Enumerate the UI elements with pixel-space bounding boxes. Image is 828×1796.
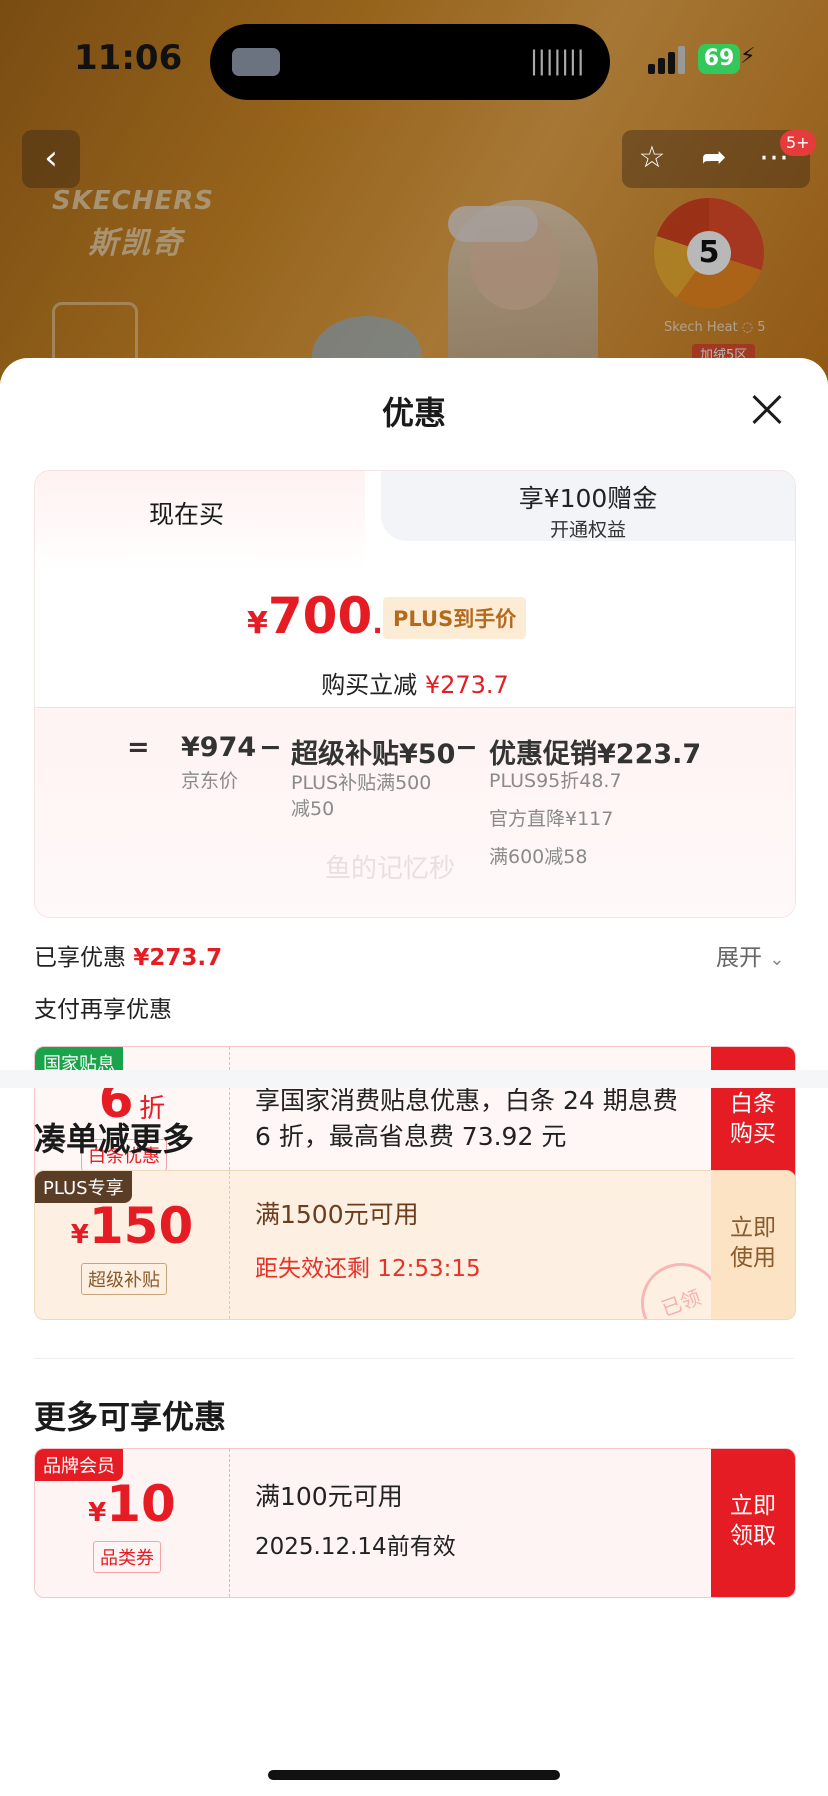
super-subsidy: 超级补贴¥50 <box>291 739 456 770</box>
coupon-sub: 超级补贴 <box>81 1263 167 1295</box>
warmth-dial-icon <box>654 198 764 308</box>
tab-buy-now-label: 现在买 <box>149 500 225 529</box>
coupon-amount-value: 150 <box>88 1197 194 1255</box>
coupon-sub: 品类券 <box>93 1541 161 1573</box>
coupon-countdown: 距失效还剩 12:53:15 <box>255 1256 481 1282</box>
coupon-amount-symbol: ¥ <box>88 1498 107 1528</box>
price-card: 现在买 享¥100赠金 开通权益 ¥700.3 PLUS到手价 购买立减 ¥27… <box>34 470 796 918</box>
coupon-amount: ¥10 <box>35 1475 229 1533</box>
brand-coupon: 品牌会员 ¥10 品类券 满100元可用 2025.12.14前有效 立即领取 <box>34 1448 796 1598</box>
plus-coupon: PLUS专享 ¥150 超级补贴 满1500元可用 距失效还剩 12:53:15… <box>34 1170 796 1320</box>
brand-logo-en: SKECHERS <box>52 186 214 216</box>
subsidy-detail: PLUS补贴满500 减50 <box>291 772 432 820</box>
final-price: ¥700.3 <box>247 587 402 645</box>
promo-detail-direct: 官方直降¥117 <box>489 808 614 830</box>
coupon-amount-symbol: ¥ <box>70 1220 89 1250</box>
audio-wave-icon: ||||||| <box>529 46 585 76</box>
coupon-amount-value: 10 <box>106 1475 176 1533</box>
section-gap <box>0 1070 828 1088</box>
warmth-dial-number: 5 <box>687 231 731 275</box>
goggle-image <box>448 206 538 242</box>
coupon-left: 品牌会员 ¥10 品类券 <box>35 1449 230 1597</box>
expand-button[interactable]: 展开 ⌄ <box>716 938 784 972</box>
price-breakdown: = ¥974 − 超级补贴¥50 − 优惠促销¥223.7 京东价 PLUS补贴… <box>35 707 795 917</box>
enjoyed-label: 已享优惠 <box>34 945 126 971</box>
enjoyed-amount: ¥273.7 <box>133 945 223 971</box>
jd-price-label: 京东价 <box>181 770 239 792</box>
model-image <box>448 200 598 380</box>
promo-detail-full: 满600减58 <box>489 846 588 868</box>
status-bar: 11:06 ||||||| 69 ⚡ <box>0 0 828 120</box>
price-integer: 700 <box>267 587 373 645</box>
watermark: 鱼的记忆秒 <box>325 854 456 884</box>
tab-buy-now[interactable]: 现在买 <box>35 471 365 571</box>
message-badge: 5+ <box>780 130 816 156</box>
favorite-star-icon[interactable]: ☆ <box>632 138 672 178</box>
tab-plus-bonus-sub: 开通权益 <box>549 519 626 541</box>
charging-icon: ⚡ <box>740 44 756 69</box>
promo-detail-plus: PLUS95折48.7 <box>489 770 622 792</box>
battery-icon: 69 <box>698 44 740 74</box>
baitiao-buy-label: 白条购买 <box>730 1091 776 1147</box>
tab-plus-bonus-title: 享¥100赠金 <box>518 484 658 513</box>
reduce-label: 购买立减 <box>321 671 418 699</box>
home-indicator[interactable] <box>268 1770 560 1780</box>
close-icon[interactable] <box>752 394 782 424</box>
jd-price: ¥974 <box>181 732 257 763</box>
expand-label: 展开 <box>716 945 762 971</box>
equals-sign: = <box>127 732 150 763</box>
share-icon[interactable]: ➦ <box>694 138 734 178</box>
use-now-label: 立即使用 <box>730 1215 776 1271</box>
now-playing-icon <box>232 48 280 76</box>
coupon-expiry: 2025.12.14前有效 <box>255 1534 456 1560</box>
heat-label: Skech Heat ◌ 5 <box>664 320 766 335</box>
discount-sheet: 优惠 现在买 享¥100赠金 开通权益 ¥700.3 PLUS到手价 购买立减 … <box>0 358 828 1796</box>
coupon-left: PLUS专享 ¥150 超级补贴 <box>35 1171 230 1319</box>
brand-logo-cn: 斯凯奇 <box>88 226 184 261</box>
coupon-condition: 满100元可用 <box>255 1482 403 1511</box>
minus-sign: − <box>455 732 478 763</box>
minus-sign: − <box>259 732 282 763</box>
section-title-extra: 更多可享优惠 <box>34 1398 227 1436</box>
claim-now-label: 立即领取 <box>730 1493 776 1549</box>
price-symbol: ¥ <box>247 606 268 641</box>
tab-plus-bonus[interactable]: 享¥100赠金 开通权益 <box>381 471 795 541</box>
sheet-title: 优惠 <box>381 394 446 432</box>
back-button[interactable]: ‹ <box>22 130 80 188</box>
pay-more-title: 支付再享优惠 <box>34 997 172 1023</box>
plus-price-tag: PLUS到手价 <box>383 597 527 639</box>
claim-now-button[interactable]: 立即领取 <box>711 1449 795 1597</box>
coupon-desc: 享国家消费贴息优惠，白条 24 期息费 6 折，最高省息费 73.92 元 <box>255 1086 678 1151</box>
enjoyed-discount: 已享优惠 ¥273.7 <box>34 938 222 972</box>
reduce-line: 购买立减 ¥273.7 <box>35 665 795 700</box>
use-now-button[interactable]: 立即使用 <box>711 1171 795 1319</box>
reduce-amount: ¥273.7 <box>424 671 509 699</box>
chevron-down-icon: ⌄ <box>769 949 785 970</box>
coupon-amount: ¥150 <box>35 1197 229 1255</box>
section-title-more: 凑单减更多 <box>34 1120 195 1158</box>
coupon-condition: 满1500元可用 <box>255 1200 419 1229</box>
dynamic-island: ||||||| <box>210 24 610 100</box>
status-time: 11:06 <box>74 38 183 78</box>
divider <box>34 1358 794 1359</box>
cellular-signal-icon <box>648 46 686 74</box>
model-face <box>470 210 560 310</box>
